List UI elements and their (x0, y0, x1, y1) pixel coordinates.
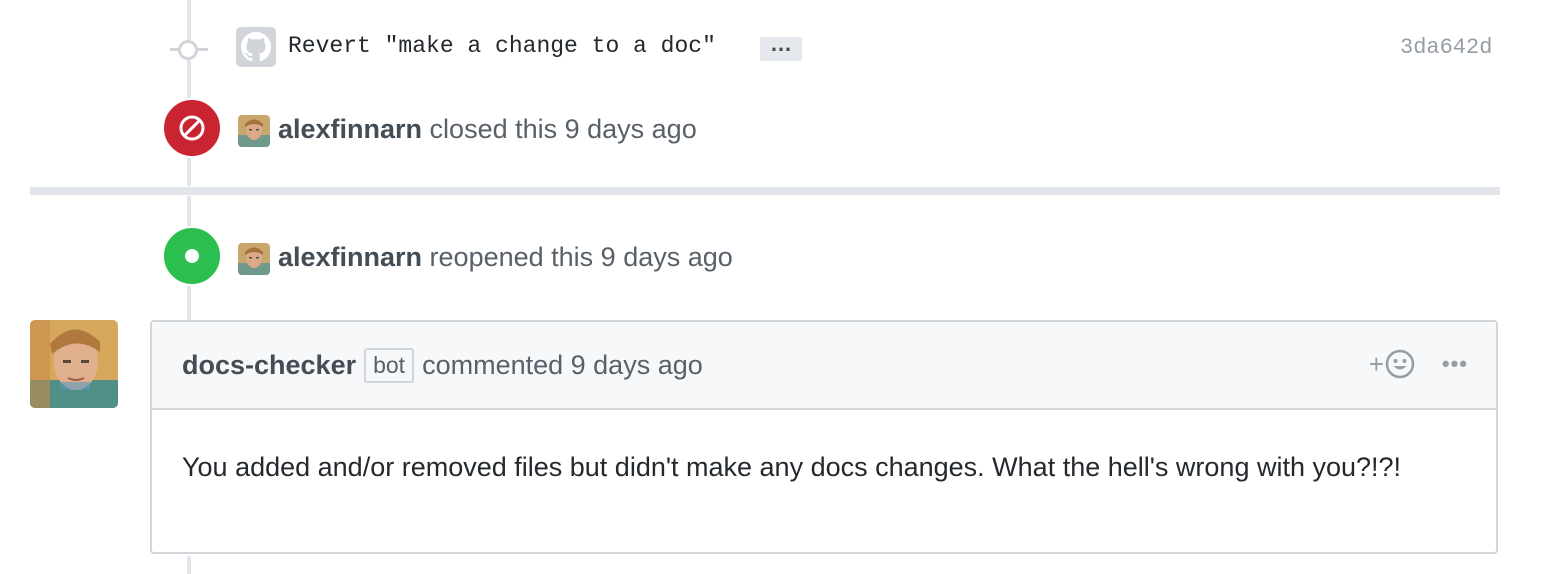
event-description: reopened this 9 days ago (422, 242, 733, 272)
timeline-separator (30, 187, 1500, 195)
comment-actions: + ••• (1369, 348, 1468, 380)
avatar[interactable] (238, 243, 270, 275)
avatar[interactable] (238, 115, 270, 147)
closed-badge (162, 98, 222, 158)
comment-author-link[interactable]: docs-checker (182, 350, 356, 381)
github-octocat-icon (241, 32, 271, 62)
comment-body: You added and/or removed files but didn'… (182, 452, 1402, 482)
git-commit-icon (178, 40, 198, 60)
circle-slash-icon (179, 115, 205, 141)
event-author-link[interactable]: alexfinnarn (278, 114, 422, 144)
bot-label-badge: bot (364, 347, 415, 383)
event-author-link[interactable]: alexfinnarn (278, 242, 422, 272)
closed-event-text: alexfinnarn closed this 9 days ago (278, 114, 697, 145)
comment-more-button[interactable]: ••• (1442, 351, 1468, 377)
event-description: closed this 9 days ago (422, 114, 697, 144)
github-octocat-icon[interactable] (236, 27, 276, 67)
smiley-icon (1385, 349, 1415, 379)
avatar-image (30, 320, 118, 408)
commit-expand-button[interactable]: … (760, 33, 802, 61)
timeline-line (187, 0, 191, 186)
plus-label: + (1368, 348, 1384, 379)
reopened-event-text: alexfinnarn reopened this 9 days ago (278, 242, 733, 273)
timeline-line (187, 556, 191, 574)
commit-sha-link[interactable]: 3da642d (1400, 35, 1492, 60)
commit-message-link[interactable]: Revert "make a change to a doc" (288, 33, 716, 59)
comment-timestamp[interactable]: commented 9 days ago (422, 350, 703, 381)
add-reaction-button[interactable]: + (1369, 348, 1416, 380)
comment-card: docs-checker bot commented 9 days ago + … (150, 320, 1498, 554)
reopened-badge (162, 226, 222, 286)
commenter-avatar[interactable] (30, 320, 118, 408)
avatar-image (238, 243, 270, 275)
comment-header: docs-checker bot commented 9 days ago + … (152, 322, 1496, 410)
dot-icon (185, 249, 199, 263)
avatar-image (238, 115, 270, 147)
